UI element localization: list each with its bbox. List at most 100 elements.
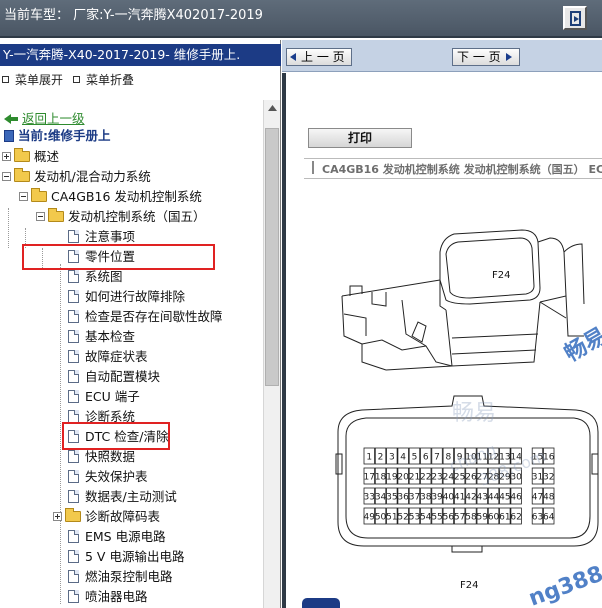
pin-number: 47 <box>532 493 543 503</box>
panel-divider <box>282 73 286 608</box>
document-page-icon <box>68 490 79 503</box>
tree-item-auto-config[interactable]: 自动配置模块 <box>68 366 160 386</box>
print-button[interactable]: 打印 <box>308 128 412 148</box>
tree-item-label: 燃油泵控制电路 <box>85 568 173 584</box>
pin-number: 37 <box>409 493 420 503</box>
pin-number: 53 <box>409 513 420 523</box>
prev-page-label: 上 一 页 <box>301 50 345 64</box>
folder-open-icon <box>14 168 30 182</box>
collapse-minus-icon[interactable] <box>19 192 28 201</box>
tree-item-label: ECU 端子 <box>85 388 140 404</box>
tree-scrollbar[interactable] <box>263 100 280 608</box>
tree-item-precautions[interactable]: 注意事项 <box>68 226 135 246</box>
tree-item-label: 5 V 电源输出电路 <box>85 548 185 564</box>
tree-item-ems-power[interactable]: EMS 电源电路 <box>68 526 166 546</box>
folder-open-icon <box>31 188 47 202</box>
connector-drawing: F24 1 2 3 4 5 6 7 8 9 10 11 12 13 14 15 1617 18 19 20 21 22 2… <box>335 229 602 608</box>
tree-item-data-list[interactable]: 数据表/主动测试 <box>68 486 177 506</box>
folder-icon <box>65 508 81 522</box>
current-location: 当前:维修手册上 <box>4 125 111 145</box>
ecu-connector-diagram: F24 1 2 3 4 5 6 7 8 9 10 11 12 13 14 15 16 17 18 19 20 21 22 2… <box>302 186 602 608</box>
pin-number: 54 <box>420 513 432 523</box>
collapse-minus-icon[interactable] <box>2 172 11 181</box>
document-page-icon <box>68 530 79 543</box>
pin-number: 32 <box>543 473 554 483</box>
pin-number: 40 <box>443 493 455 503</box>
next-page-label: 下 一 页 <box>457 50 501 64</box>
tree-item-label: 故障症状表 <box>85 348 148 364</box>
scrollbar-thumb[interactable] <box>265 128 279 386</box>
tree-item-injector[interactable]: 喷油器电路 <box>68 586 148 606</box>
pin-number: 23 <box>431 473 442 483</box>
document-header: CA4GB16 发动机控制系统 发动机控制系统（国五） EC <box>322 163 602 176</box>
tree-item-label: 喷油器电路 <box>85 588 148 604</box>
tree-item-overview[interactable]: 概述 <box>2 146 59 166</box>
pin-number: 18 <box>375 473 387 483</box>
tree-item-ca4gb16[interactable]: CA4GB16 发动机控制系统 <box>19 186 202 206</box>
header-rule <box>304 158 602 159</box>
document-page-icon <box>68 230 79 243</box>
document-page-icon <box>68 390 79 403</box>
tree-guide-line <box>60 264 61 604</box>
document-page-icon <box>68 450 79 463</box>
collapse-minus-icon[interactable] <box>36 212 45 221</box>
pin-number: 48 <box>543 493 555 503</box>
tree-item-basic-check[interactable]: 基本检查 <box>68 326 135 346</box>
tree-item-label: 诊断故障码表 <box>85 508 161 524</box>
next-page-button[interactable]: 下 一 页 <box>452 48 520 66</box>
tree-item-label: EMS 电源电路 <box>85 528 166 544</box>
pin-number: 49 <box>364 513 376 523</box>
collapse-all-button[interactable]: 菜单折叠 <box>73 71 134 87</box>
document-page-icon <box>68 370 79 383</box>
tree-item-engine-control-guowu[interactable]: 发动机控制系统（国五） <box>36 206 206 226</box>
pin-number: 63 <box>532 513 543 523</box>
back-arrow-icon <box>4 113 18 124</box>
pin-number: 57 <box>454 513 465 523</box>
pin-number: 45 <box>499 493 510 503</box>
tree-item-fuel-pump[interactable]: 燃油泵控制电路 <box>68 566 173 586</box>
scroll-up-arrow-icon[interactable] <box>266 102 279 115</box>
pin-number: 42 <box>465 493 476 503</box>
watermark-text: ng388. <box>526 559 602 608</box>
tree-item-intermittent-check[interactable]: 检查是否存在间歇性故障 <box>68 306 223 326</box>
exit-button[interactable] <box>563 6 587 30</box>
content-panel: 上 一 页 下 一 页 打印 CA4GB16 发动机控制系统 发动机控制系统（国… <box>282 40 602 608</box>
arrow-left-icon <box>290 53 296 61</box>
tree-item-label: 检查是否存在间歇性故障 <box>85 308 223 324</box>
tree-item-ecu-terminal[interactable]: ECU 端子 <box>68 386 140 406</box>
tree-item-label: 发动机控制系统（国五） <box>68 208 206 224</box>
bottom-tab-button[interactable] <box>302 598 340 608</box>
pin-number: 41 <box>454 493 465 503</box>
vehicle-title: 当前车型： 厂家:Y-一汽奔腾X402017-2019 <box>4 8 263 23</box>
document-page-icon <box>68 330 79 343</box>
tree-item-engine-hybrid[interactable]: 发动机/混合动力系统 <box>2 166 151 186</box>
pin-number: 55 <box>431 513 442 523</box>
tree-item-troubleshooting[interactable]: 如何进行故障排除 <box>68 286 185 306</box>
pin-number: 7 <box>434 453 440 463</box>
expand-plus-icon[interactable] <box>53 512 62 521</box>
tree-item-symptom-table[interactable]: 故障症状表 <box>68 346 148 366</box>
tree-item-failsafe[interactable]: 失效保护表 <box>68 466 148 486</box>
tree-item-label: 发动机/混合动力系统 <box>34 168 151 184</box>
tree-guide-line <box>8 208 9 248</box>
prev-page-button[interactable]: 上 一 页 <box>286 48 352 66</box>
exit-door-icon <box>570 11 581 26</box>
pin-number: 60 <box>488 513 500 523</box>
pin-number: 6 <box>423 453 429 463</box>
header-tick <box>312 161 314 174</box>
pin-number: 43 <box>477 493 488 503</box>
pin-number: 51 <box>386 513 397 523</box>
document-page-icon <box>68 470 79 483</box>
pin-number: 46 <box>510 493 522 503</box>
pin-number: 19 <box>386 473 398 483</box>
pin-number: 34 <box>375 493 387 503</box>
expand-all-button[interactable]: 菜单展开 <box>2 71 63 87</box>
square-icon <box>2 76 9 83</box>
pin-number: 22 <box>420 473 431 483</box>
tree-item-5v-output[interactable]: 5 V 电源输出电路 <box>68 546 184 566</box>
pin-number: 26 <box>465 473 477 483</box>
tree-item-dtc-table[interactable]: 诊断故障码表 <box>53 506 160 526</box>
document-page-icon <box>68 350 79 363</box>
expand-plus-icon[interactable] <box>2 152 11 161</box>
document-page-icon <box>68 550 79 563</box>
